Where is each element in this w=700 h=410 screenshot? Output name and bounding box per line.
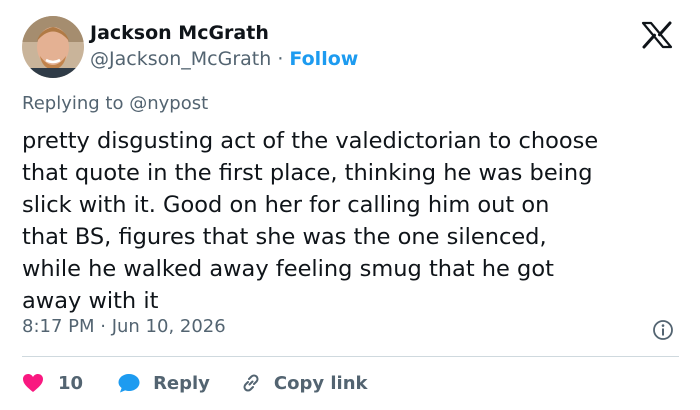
tweet-text-line: while he walked away feeling smug that h… — [22, 256, 554, 282]
like-count: 10 — [58, 372, 84, 394]
replying-to: Replying to @nypost — [22, 93, 208, 114]
action-bar: 10 Reply Copy link — [22, 368, 368, 398]
speech-bubble-icon — [118, 374, 140, 393]
tweet-text: pretty disgusting act of the valedictori… — [22, 125, 687, 317]
replying-handle[interactable]: @nypost — [129, 93, 208, 114]
heart-icon — [23, 374, 43, 392]
link-icon — [243, 374, 259, 392]
follow-button[interactable]: Follow — [289, 48, 358, 70]
tweet-timestamp[interactable]: 8:17 PM · Jun 10, 2026 — [22, 316, 226, 337]
tweet-text-line: that quote in the first place, thinking … — [22, 160, 593, 186]
tweet-text-line: away with it — [22, 288, 159, 314]
author-name[interactable]: Jackson McGrath — [90, 22, 269, 44]
like-button[interactable]: 10 — [22, 373, 83, 394]
reply-label: Reply — [153, 372, 210, 394]
replying-prefix: Replying to — [22, 93, 130, 114]
tweet-text-line: slick with it. Good on her for calling h… — [22, 192, 550, 218]
author-handle[interactable]: @Jackson_McGrath — [90, 48, 271, 70]
reply-button[interactable]: Reply — [117, 372, 210, 394]
tweet-card: Jackson McGrath @Jackson_McGrath · Follo… — [0, 0, 700, 410]
divider — [22, 356, 679, 357]
copy-link-button[interactable]: Copy link — [240, 372, 368, 394]
copy-link-label: Copy link — [273, 372, 368, 394]
info-icon[interactable] — [652, 319, 674, 341]
avatar[interactable] — [22, 16, 84, 78]
x-logo-icon[interactable] — [639, 20, 675, 50]
tweet-text-line: that BS, figures that she was the one si… — [22, 224, 547, 250]
handle-separator: · — [277, 48, 284, 70]
tweet-text-line: pretty disgusting act of the valedictori… — [22, 128, 599, 154]
author-handle-line: @Jackson_McGrath · Follow — [90, 48, 358, 70]
